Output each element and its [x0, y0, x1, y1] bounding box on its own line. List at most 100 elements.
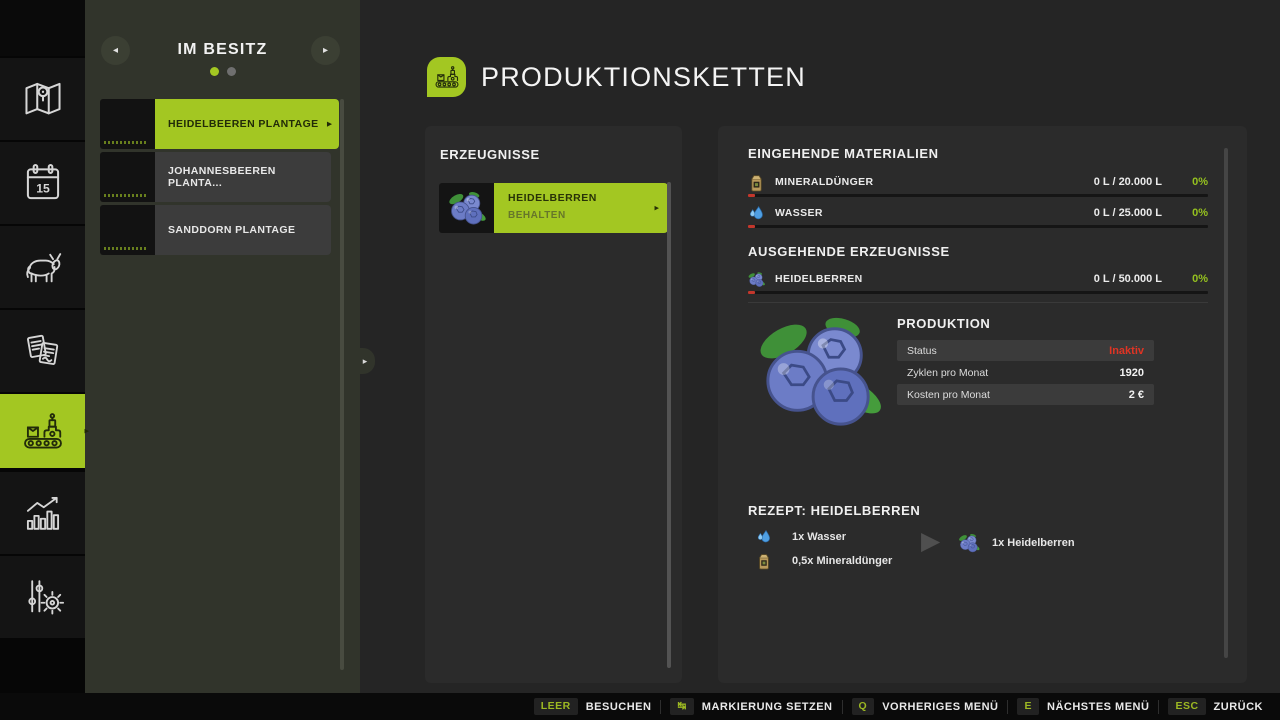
plantation-label-text: HEIDELBEEREN PLANTAGE [168, 118, 319, 130]
recipe-input-mineralduenger: 0,5x Mineraldünger [748, 551, 892, 571]
fill-level-bar [748, 194, 1208, 197]
table-row-cycles: Zyklen pro Monat 1920 [897, 362, 1154, 383]
fill-level-bar [748, 225, 1208, 228]
status-badge: Inaktiv [1109, 344, 1144, 357]
fertilizer-icon [756, 552, 772, 570]
material-name: MINERALDÜNGER [775, 176, 874, 188]
recipe-inputs: 1x Wasser 0,5x Mineraldünger [748, 527, 892, 575]
inputs-list: MINERALDÜNGER 0 L / 20.000 L 0% WASSER 0… [748, 170, 1208, 232]
expand-arrow-icon: ▸ [362, 355, 368, 366]
next-page-button[interactable]: ▸ [311, 36, 340, 65]
plantation-label: HEIDELBEEREN PLANTAGE ▸ [155, 99, 339, 149]
separator [1158, 699, 1160, 714]
key-q: Q [851, 698, 875, 715]
product-thumbnail [439, 183, 494, 233]
factory-icon [434, 66, 459, 88]
material-amount: 0 L / 50.000 L [1093, 273, 1162, 285]
item-arrow-icon: ▸ [654, 202, 659, 213]
page-title: PRODUKTIONSKETTEN [481, 62, 806, 92]
production-title: PRODUKTION [897, 316, 991, 331]
water-icon [756, 528, 772, 546]
page-dot [226, 67, 236, 76]
map-icon [24, 82, 61, 115]
sidebar-item-calendar[interactable] [0, 142, 85, 224]
rail-spacer [0, 0, 85, 56]
sidebar-item-production[interactable]: ▸ [0, 394, 89, 468]
blueberries-illustration [756, 312, 882, 430]
output-row-heidelberren: HEIDELBERREN 0 L / 50.000 L 0% [748, 267, 1208, 291]
bottom-key-bar: LEER BESUCHEN ↹ MARKIERUNG SETZEN Q VORH… [0, 693, 1280, 720]
recipe-output-label: 1x Heidelberren [992, 537, 1075, 549]
plantation-label: JOHANNESBEEREN PLANTA... [155, 152, 331, 202]
selected-tab-arrow-icon: ▸ [84, 425, 89, 436]
material-amount: 0 L / 25.000 L [1093, 207, 1162, 219]
plantation-label-text: SANDDORN PLANTAGE [168, 224, 296, 236]
sidebar-item-settings[interactable] [0, 556, 85, 638]
plantation-thumbnail [100, 205, 155, 255]
material-amount: 0 L / 20.000 L [1093, 176, 1162, 188]
separator [1007, 699, 1009, 714]
recipe-title: REZEPT: HEIDELBERREN [748, 503, 921, 518]
input-row-mineralduenger: MINERALDÜNGER 0 L / 20.000 L 0% [748, 170, 1208, 194]
calendar-icon [26, 164, 59, 200]
recipe-ingredient-label: 1x Wasser [792, 531, 847, 543]
table-row-status: Status Inaktiv [897, 340, 1154, 361]
page-icon-badge [427, 57, 466, 97]
play-icon: ▶ [921, 527, 941, 555]
material-percent: 0% [1192, 273, 1208, 285]
panel-expand-button[interactable]: ▸ [352, 348, 375, 374]
sidebar-item-contracts[interactable] [0, 310, 85, 392]
keybind-label: VORHERIGES MENÜ [882, 700, 999, 713]
material-name: HEIDELBERREN [775, 273, 863, 285]
section-divider [748, 302, 1208, 303]
separator [660, 699, 662, 714]
keybind-previous-menu[interactable]: Q VORHERIGES MENÜ [851, 698, 999, 715]
plantation-label-text: JOHANNESBEEREN PLANTA... [168, 165, 276, 189]
row-label: Zyklen pro Monat [907, 366, 989, 379]
plantation-list: HEIDELBEEREN PLANTAGE ▸ JOHANNESBEEREN P… [100, 99, 339, 258]
water-icon [748, 204, 765, 223]
production-icon [23, 413, 62, 449]
settings-icon [27, 580, 64, 615]
keybind-next-menu[interactable]: E NÄCHSTES MENÜ [1017, 698, 1149, 715]
plantation-thumbnail [100, 99, 155, 149]
sidebar-item-animals[interactable] [0, 226, 85, 308]
material-percent: 0% [1192, 207, 1208, 219]
outputs-list: HEIDELBERREN 0 L / 50.000 L 0% [748, 267, 1208, 298]
animals-icon [25, 253, 62, 283]
material-name: WASSER [775, 207, 823, 219]
blueberries-icon [448, 190, 486, 226]
blueberries-icon [748, 270, 765, 289]
table-row-costs: Kosten pro Monat 2 € [897, 384, 1154, 405]
fertilizer-icon [748, 173, 765, 192]
list-item-sanddorn-plantage[interactable]: SANDDORN PLANTAGE [100, 205, 331, 255]
plantation-label: SANDDORN PLANTAGE [155, 205, 331, 255]
contracts-icon [26, 334, 58, 366]
key-e: E [1017, 698, 1039, 715]
list-item-heidelbeeren-plantage[interactable]: HEIDELBEEREN PLANTAGE ▸ [100, 99, 339, 149]
keybind-set-marker[interactable]: ↹ MARKIERUNG SETZEN [670, 698, 832, 715]
separator [841, 699, 843, 714]
row-label: Status [907, 344, 937, 357]
sidebar-item-statistics[interactable] [0, 472, 85, 554]
list-item-johannesbeeren-plantage[interactable]: JOHANNESBEEREN PLANTA... [100, 152, 331, 202]
outputs-title: AUSGEHENDE ERZEUGNISSE [748, 244, 950, 259]
keybind-back[interactable]: ESC ZURÜCK [1168, 698, 1263, 715]
owned-list-scrollbar[interactable] [340, 99, 344, 670]
product-label: HEIDELBERREN BEHALTEN [494, 183, 668, 233]
details-scrollbar[interactable] [1224, 148, 1228, 658]
row-value: 2 € [1128, 388, 1144, 401]
keybind-label: BESUCHEN [585, 700, 652, 713]
keybind-visit[interactable]: LEER BESUCHEN [533, 698, 652, 715]
products-scrollbar[interactable] [667, 182, 671, 668]
input-row-wasser: WASSER 0 L / 25.000 L 0% [748, 201, 1208, 225]
page-dots [85, 67, 360, 76]
product-item-heidelberren[interactable]: HEIDELBERREN BEHALTEN ▸ [439, 183, 668, 233]
key-tab: ↹ [670, 698, 694, 715]
fill-level-bar [748, 291, 1208, 294]
key-space: LEER [533, 698, 578, 715]
next-arrow-icon: ▸ [322, 45, 329, 56]
sidebar-item-map[interactable] [0, 58, 85, 140]
product-name: HEIDELBERREN [508, 192, 597, 204]
keybind-label: ZURÜCK [1213, 700, 1263, 713]
